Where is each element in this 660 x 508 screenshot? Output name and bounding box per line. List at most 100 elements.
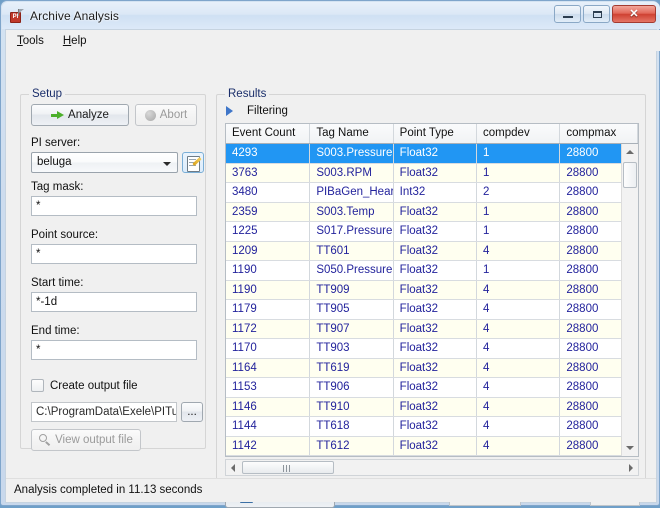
cell-tag-name: PIBaGen_Hear... (310, 183, 393, 202)
window-controls: ✕ (554, 5, 656, 23)
output-path-input[interactable]: C:\ProgramData\Exele\PITun (31, 402, 177, 422)
grid-body: 4293S003.PressureFloat321288003763S003.R… (226, 144, 638, 456)
table-row[interactable]: 1225S017.PressureFloat32128800 (226, 222, 638, 242)
point-source-label: Point source: (31, 229, 98, 241)
cell-event-count: 1153 (226, 378, 310, 397)
cell-tag-name: S003.Pressure (310, 144, 393, 163)
pi-server-value: beluga (37, 156, 72, 168)
chevron-right-icon (226, 106, 233, 116)
table-row[interactable]: 1170TT903Float32428800 (226, 339, 638, 359)
cell-tag-name: TT910 (310, 398, 393, 417)
abort-button[interactable]: Abort (135, 104, 197, 126)
cell-point-type: Float32 (394, 203, 477, 222)
pi-server-combo[interactable]: beluga (31, 152, 178, 173)
scroll-right-button[interactable] (623, 460, 638, 475)
table-row[interactable]: 1153TT906Float32428800 (226, 378, 638, 398)
end-time-input[interactable]: * (31, 340, 197, 360)
analyze-button[interactable]: Analyze (31, 104, 129, 126)
view-output-file-label: View output file (55, 434, 133, 446)
table-row[interactable]: 1190S050.PressureFloat32128800 (226, 261, 638, 281)
cell-event-count: 1164 (226, 359, 310, 378)
grid-horizontal-scrollbar[interactable] (225, 459, 639, 476)
minimize-button[interactable] (554, 5, 581, 23)
results-grid[interactable]: Event Count Tag Name Point Type compdev … (225, 123, 639, 457)
green-arrow-icon (51, 111, 64, 120)
table-row[interactable]: 1179TT905Float32428800 (226, 300, 638, 320)
status-bar: Analysis completed in 11.13 seconds (6, 478, 656, 502)
scroll-up-button[interactable] (622, 144, 638, 160)
cell-point-type: Float32 (394, 437, 477, 456)
start-time-input[interactable]: *-1d (31, 292, 197, 312)
table-row[interactable]: 1144TT618Float32428800 (226, 417, 638, 437)
cell-compdev: 4 (477, 320, 560, 339)
vertical-scroll-thumb[interactable] (623, 162, 637, 188)
cell-point-type: Float32 (394, 222, 477, 241)
column-header-event-count[interactable]: Event Count (226, 124, 310, 143)
cell-event-count: 1190 (226, 261, 310, 280)
scroll-left-button[interactable] (226, 460, 241, 475)
cell-compdev: 4 (477, 300, 560, 319)
chevron-down-icon (163, 162, 171, 166)
table-row[interactable]: 3763S003.RPMFloat32128800 (226, 164, 638, 184)
cell-compdev: 4 (477, 281, 560, 300)
setup-group: Setup Analyze Abort PI server: beluga Ta… (20, 94, 206, 449)
column-header-tag-name[interactable]: Tag Name (310, 124, 393, 143)
table-row[interactable]: 4293S003.PressureFloat32128800 (226, 144, 638, 164)
menu-item-help[interactable]: Help (61, 33, 96, 49)
title-bar[interactable]: PI Archive Analysis ✕ (2, 2, 660, 29)
checkbox-box-icon (31, 379, 44, 392)
cell-event-count: 1146 (226, 398, 310, 417)
cell-compdev: 4 (477, 398, 560, 417)
table-row[interactable]: 1146TT910Float32428800 (226, 398, 638, 418)
cell-tag-name: S017.Pressure (310, 222, 393, 241)
horizontal-scroll-thumb[interactable] (242, 461, 334, 474)
table-row[interactable]: 3480PIBaGen_Hear...Int32228800 (226, 183, 638, 203)
point-source-input[interactable]: * (31, 244, 197, 264)
cell-compdev: 4 (477, 242, 560, 261)
table-row[interactable]: 1142TT612Float32428800 (226, 437, 638, 457)
table-row[interactable]: 1209TT601Float32428800 (226, 242, 638, 262)
cell-event-count: 1144 (226, 417, 310, 436)
results-group: Results Filtering Event Count Tag Name P… (216, 94, 646, 491)
application-window: PI Archive Analysis ✕ Tools Help Setup A… (0, 0, 660, 506)
cell-event-count: 1179 (226, 300, 310, 319)
grid-vertical-scrollbar[interactable] (621, 144, 638, 456)
setup-group-label: Setup (29, 88, 65, 100)
tag-mask-input[interactable]: * (31, 196, 197, 216)
cell-event-count: 3763 (226, 164, 310, 183)
grip-icon (283, 465, 292, 472)
browse-output-button[interactable]: ... (181, 402, 203, 422)
filtering-expander[interactable]: Filtering (226, 105, 288, 117)
table-row[interactable]: 2359S003.TempFloat32128800 (226, 203, 638, 223)
cell-point-type: Int32 (394, 183, 477, 202)
scroll-down-button[interactable] (622, 440, 638, 456)
close-button[interactable]: ✕ (612, 5, 656, 23)
cell-compdev: 1 (477, 203, 560, 222)
edit-server-button[interactable] (182, 152, 204, 173)
cell-compdev: 4 (477, 359, 560, 378)
table-row[interactable]: 1190TT909Float32428800 (226, 281, 638, 301)
view-output-file-button[interactable]: View output file (31, 429, 141, 451)
cell-compdev: 2 (477, 183, 560, 202)
column-header-compdev[interactable]: compdev (477, 124, 560, 143)
cell-compdev: 4 (477, 437, 560, 456)
cell-point-type: Float32 (394, 339, 477, 358)
column-header-point-type[interactable]: Point Type (394, 124, 477, 143)
table-row[interactable]: 1172TT907Float32428800 (226, 320, 638, 340)
maximize-button[interactable] (583, 5, 610, 23)
menu-item-tools[interactable]: Tools (15, 33, 53, 49)
create-output-file-checkbox[interactable]: Create output file (31, 379, 138, 392)
client-area: Tools Help Setup Analyze Abort PI server… (5, 29, 657, 503)
cell-tag-name: TT909 (310, 281, 393, 300)
close-icon: ✕ (613, 6, 655, 22)
cell-compdev: 4 (477, 339, 560, 358)
analyze-button-label: Analyze (68, 109, 109, 121)
cell-tag-name: TT907 (310, 320, 393, 339)
cell-point-type: Float32 (394, 242, 477, 261)
abort-button-label: Abort (160, 109, 188, 121)
start-time-label: Start time: (31, 277, 83, 289)
cell-event-count: 2359 (226, 203, 310, 222)
column-header-compmax[interactable]: compmax (560, 124, 638, 143)
triangle-up-icon (626, 150, 634, 154)
table-row[interactable]: 1164TT619Float32428800 (226, 359, 638, 379)
